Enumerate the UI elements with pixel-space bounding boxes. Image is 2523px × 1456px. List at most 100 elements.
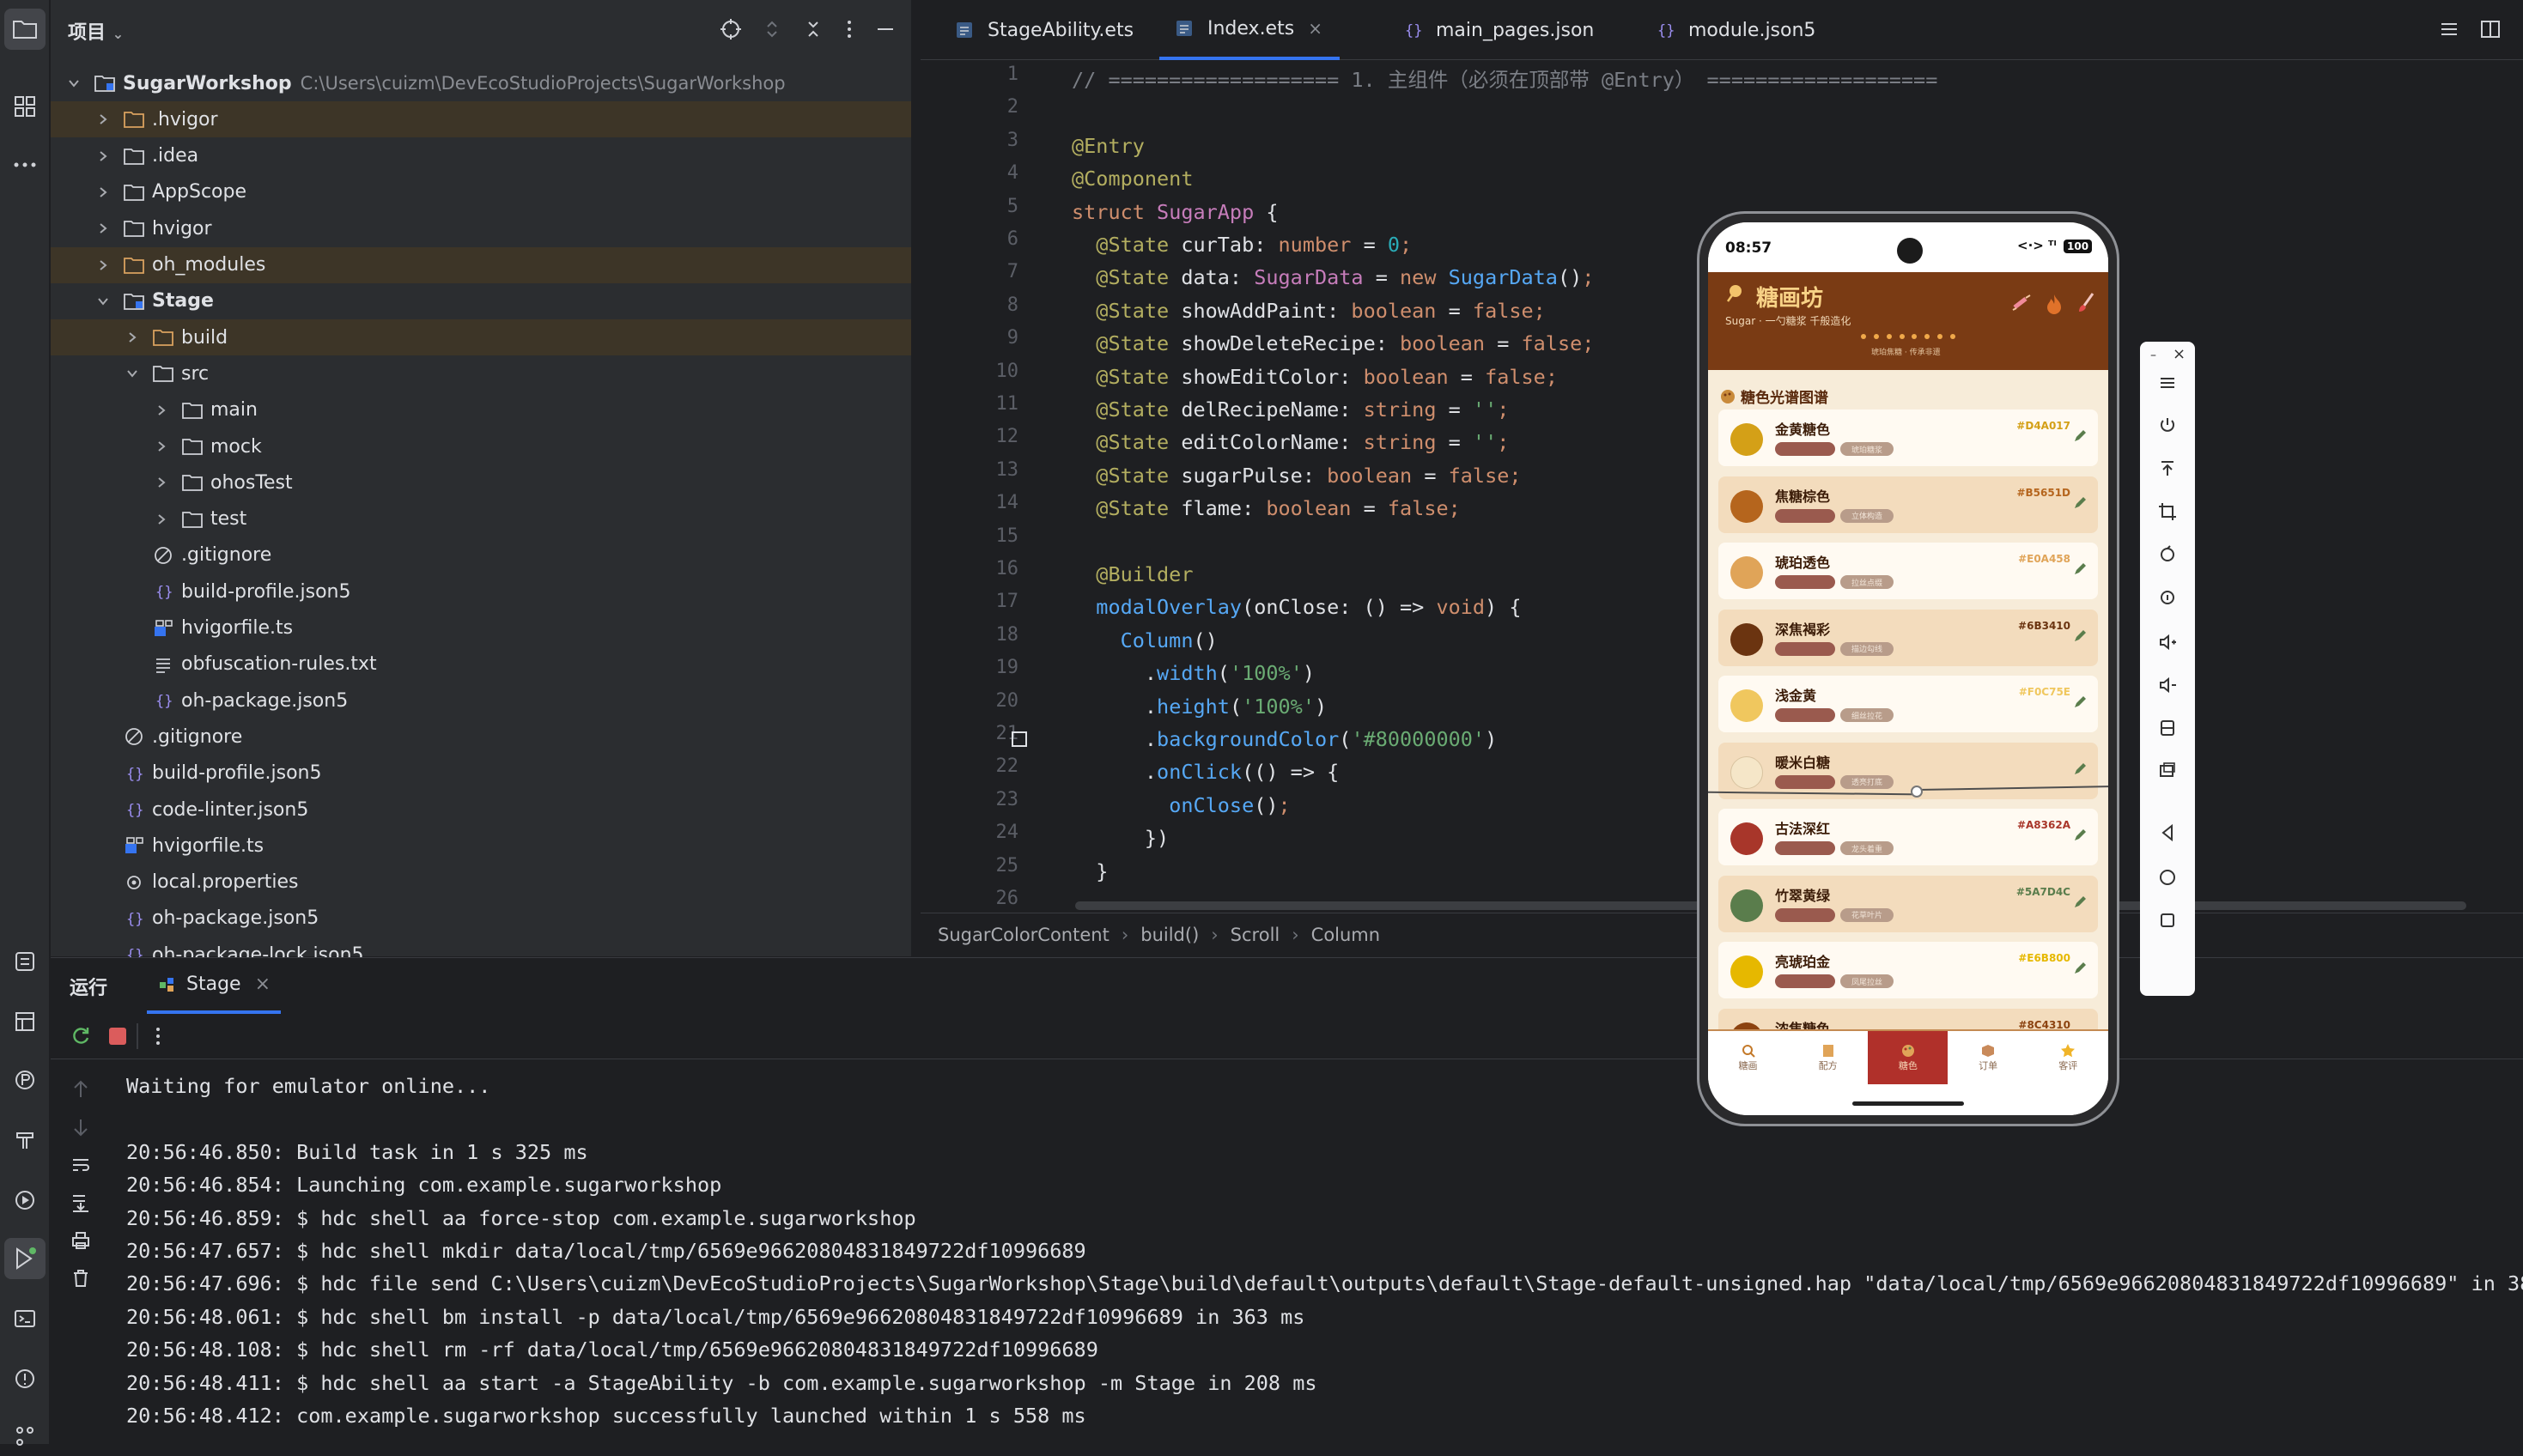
menu-icon[interactable] [2155,371,2180,395]
color-card[interactable]: 暖米白糖 透亮打底 [1718,742,2098,799]
stop-icon[interactable] [109,1028,126,1045]
volume-up-icon[interactable] [2155,630,2180,654]
bottom-nav-item[interactable]: 糖画 [1708,1031,1788,1084]
edit-pencil-icon[interactable] [2072,761,2089,779]
build-icon[interactable] [4,1119,46,1161]
chevron-down-icon[interactable] [64,74,83,93]
more-icon[interactable] [4,144,46,185]
volume-down-icon[interactable] [2155,673,2180,697]
color-card[interactable]: 亮琥珀金 #E6B800 凤尾拉丝 [1718,942,2098,998]
color-card[interactable]: 金黄糖色 #D4A017 琥珀糖浆 [1718,410,2098,466]
editor-tab[interactable]: Index.ets × [1159,0,1340,60]
color-card[interactable]: 焦糖棕色 #B5651D 立体构造 [1718,476,2098,533]
run-options-icon[interactable] [147,1025,169,1047]
editor-tab[interactable]: {} main_pages.json [1388,0,1611,60]
clear-log-icon[interactable] [70,1267,92,1289]
bottom-nav-item[interactable]: 糖色 [1868,1031,1948,1084]
tree-item[interactable]: {} code-linter.json5 [51,792,911,828]
home-icon[interactable] [2155,865,2180,889]
drag-handle[interactable] [1911,786,1923,798]
recent-files-icon[interactable] [2437,17,2461,41]
profiler-icon[interactable] [4,1059,46,1101]
color-card[interactable]: 浅金黄 #F0C75E 细丝拉花 [1718,676,2098,732]
edit-pencil-icon[interactable] [2072,695,2089,712]
chevron-down-icon[interactable] [94,292,112,311]
color-card[interactable]: 古法深红 #A8362A 龙头着重 [1718,809,2098,865]
tree-item[interactable]: src [51,355,911,391]
rotate-alt-icon[interactable] [2155,585,2180,610]
tree-item[interactable]: build [51,319,911,356]
tree-item[interactable]: oh_modules [51,246,911,283]
edit-pencil-icon[interactable] [2072,828,2089,845]
structure-icon[interactable] [4,86,46,127]
chevron-right-icon[interactable] [94,256,112,275]
tree-item[interactable]: mock [51,428,911,464]
run-tab-close-icon[interactable]: × [255,974,271,995]
chevron-down-icon[interactable] [123,364,142,383]
edit-pencil-icon[interactable] [2072,428,2089,446]
tree-item[interactable]: hvigorfile.ts [51,610,911,646]
back-icon[interactable] [2155,821,2180,845]
project-title[interactable]: 项目 ⌄ [68,17,124,45]
bottom-nav-item[interactable]: 配方 [1788,1031,1868,1084]
emulator-minimize-icon[interactable]: – [2150,349,2156,362]
problems-icon[interactable] [4,1358,46,1399]
power-icon[interactable] [2155,414,2180,438]
tree-item[interactable]: {} build-profile.json5 [51,573,911,610]
tree-item[interactable]: {} oh-package.json5 [51,682,911,719]
breadcrumb-item[interactable]: Scroll [1231,925,1280,945]
run-icon[interactable] [4,1238,46,1279]
folder-icon[interactable] [4,9,46,50]
soft-wrap-icon[interactable] [70,1154,92,1176]
chevron-right-icon[interactable] [152,401,171,420]
terminal-icon[interactable] [4,1298,46,1339]
chevron-right-icon[interactable] [94,147,112,166]
tree-item[interactable]: AppScope [51,174,911,210]
emulator-screen[interactable]: 08:57 <·> ᵀˡ 100 糖画坊 Sugar · 一勺糖浆 千般造化 琥… [1708,222,2108,1115]
tree-item[interactable]: .hvigor [51,101,911,138]
recent-apps-icon[interactable] [2155,908,2180,932]
edit-pencil-icon[interactable] [2072,961,2089,978]
rerun-icon[interactable] [70,1025,92,1047]
tree-item[interactable]: .idea [51,138,911,174]
chevron-right-icon[interactable] [123,328,142,347]
todo-icon[interactable] [4,941,46,982]
tree-item[interactable]: obfuscation-rules.txt [51,646,911,682]
scroll-up-icon[interactable] [70,1078,92,1101]
run-console-output[interactable]: Waiting for emulator online... 20:56:46.8… [126,1070,2523,1447]
locate-icon[interactable] [719,17,743,41]
expand-all-icon[interactable] [760,17,784,41]
run-tab-stage[interactable]: Stage × [147,958,282,1014]
git-icon[interactable] [4,1415,46,1456]
chevron-right-icon[interactable] [152,473,171,492]
collapse-all-icon[interactable] [801,17,825,41]
brush-icon[interactable] [2076,291,2098,315]
bottom-nav-item[interactable]: 订单 [1948,1031,2028,1084]
tree-item[interactable]: .gitignore [51,537,911,573]
services-icon[interactable] [4,1180,46,1221]
color-card[interactable]: 竹翠黄绿 #5A7D4C 花草叶片 [1718,875,2098,932]
print-icon[interactable] [70,1229,92,1252]
flame-icon[interactable] [2045,293,2064,315]
chevron-right-icon[interactable] [94,219,112,238]
tree-item[interactable]: {} oh-package.json5 [51,901,911,937]
rotate-icon[interactable] [2155,543,2180,567]
screenshot-icon[interactable] [2155,759,2180,783]
tree-item[interactable]: main [51,392,911,428]
tab-close-icon[interactable]: × [1308,18,1322,39]
edit-pencil-icon[interactable] [2072,895,2089,912]
emulator-close-icon[interactable]: × [2173,345,2186,363]
tree-item[interactable]: Stage [51,283,911,319]
color-card[interactable]: 琥珀透色 #E0A458 拉丝点缀 [1718,543,2098,599]
breadcrumb-item[interactable]: Column [1311,925,1380,945]
minimize-icon[interactable] [873,17,897,41]
home-indicator[interactable] [1852,1101,1964,1106]
editor-tab[interactable]: {} module.json5 [1640,0,1833,60]
pin-top-icon[interactable] [2155,457,2180,481]
chevron-right-icon[interactable] [152,510,171,529]
scroll-to-end-icon[interactable] [70,1192,92,1214]
tree-item[interactable]: SugarWorkshop C:\Users\cuizm\DevEcoStudio… [51,65,911,101]
edit-pencil-icon[interactable] [2072,495,2089,513]
crop-icon[interactable] [2155,500,2180,524]
breakpoint-marker[interactable] [1012,731,1027,747]
